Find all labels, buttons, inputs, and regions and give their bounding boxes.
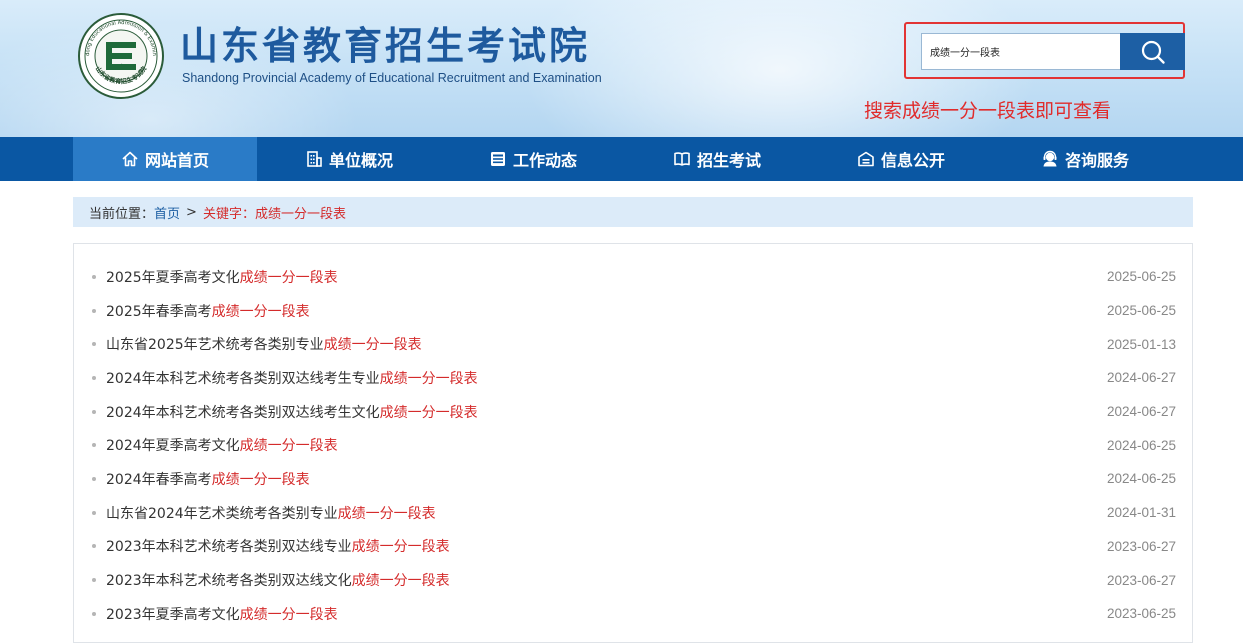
result-title: 2024年本科艺术统考各类别双达线考生专业 <box>106 370 380 387</box>
bullet-icon <box>92 342 96 347</box>
list-item: 2023年夏季高考文化成绩一分一段表 2023-06-25 <box>74 597 1192 631</box>
result-link[interactable]: 2025年春季高考成绩一分一段表 <box>106 301 310 321</box>
site-title[interactable]: 山东省教育招生考试院 <box>180 22 590 70</box>
result-link[interactable]: 山东省2024年艺术类统考各类别专业成绩一分一段表 <box>106 503 436 523</box>
result-keyword: 成绩一分一段表 <box>379 404 478 421</box>
list-item: 2023年本科艺术统考各类别双达线专业成绩一分一段表 2023-06-27 <box>74 530 1192 564</box>
bullet-icon <box>92 544 96 549</box>
result-date: 2024-06-25 <box>1106 437 1176 453</box>
result-link[interactable]: 2024年夏季高考文化成绩一分一段表 <box>106 435 338 455</box>
result-link[interactable]: 2023年本科艺术统考各类别双达线文化成绩一分一段表 <box>106 570 450 590</box>
search-results-list: 2025年夏季高考文化成绩一分一段表 2025-06-25 2025年春季高考成… <box>74 260 1192 631</box>
result-title: 山东省2025年艺术统考各类别专业 <box>106 337 324 354</box>
result-keyword: 成绩一分一段表 <box>239 269 338 286</box>
nav-label: 咨询服务 <box>1064 151 1129 170</box>
result-keyword: 成绩一分一段表 <box>239 606 338 623</box>
main-nav: 网站首页 单位概况 工作动态 招生考试 信息公开 咨询服务 <box>0 137 1243 181</box>
nav-label: 信息公开 <box>880 151 945 170</box>
result-keyword: 成绩一分一段表 <box>323 337 422 354</box>
result-title: 2025年夏季高考文化 <box>106 269 240 286</box>
result-keyword: 成绩一分一段表 <box>239 438 338 455</box>
result-link[interactable]: 山东省2025年艺术统考各类别专业成绩一分一段表 <box>106 334 422 354</box>
result-keyword: 成绩一分一段表 <box>211 471 310 488</box>
result-date: 2024-06-27 <box>1106 404 1176 420</box>
nav-item-info[interactable]: 信息公开 <box>809 137 993 181</box>
result-title: 2024年本科艺术统考各类别双达线考生文化 <box>106 404 380 421</box>
nav-label: 招生考试 <box>696 151 761 170</box>
bullet-icon <box>92 274 96 279</box>
result-title: 2023年本科艺术统考各类别双达线专业 <box>106 539 352 556</box>
bullet-icon <box>92 510 96 515</box>
result-date: 2024-06-27 <box>1106 370 1176 386</box>
bullet-icon <box>92 375 96 380</box>
breadcrumb-keyword: 关键字：成绩一分一段表 <box>202 206 346 222</box>
result-keyword: 成绩一分一段表 <box>211 303 310 320</box>
result-date: 2025-06-25 <box>1106 269 1176 285</box>
list-item: 2024年本科艺术统考各类别双达线考生专业成绩一分一段表 2024-06-27 <box>74 361 1192 395</box>
bullet-icon <box>92 476 96 481</box>
list-item: 2025年春季高考成绩一分一段表 2025-06-25 <box>74 294 1192 328</box>
result-title: 2023年本科艺术统考各类别双达线文化 <box>106 573 352 590</box>
search-results-panel: 2025年夏季高考文化成绩一分一段表 2025-06-25 2025年春季高考成… <box>73 243 1193 643</box>
nav-label: 工作动态 <box>512 151 577 170</box>
result-keyword: 成绩一分一段表 <box>379 370 478 387</box>
result-date: 2023-06-25 <box>1106 606 1176 622</box>
result-date: 2023-06-27 <box>1106 538 1176 554</box>
result-title: 2024年春季高考 <box>106 471 212 488</box>
result-link[interactable]: 2025年夏季高考文化成绩一分一段表 <box>106 267 338 287</box>
result-date: 2025-06-25 <box>1106 303 1176 319</box>
list-item: 山东省2025年艺术统考各类别专业成绩一分一段表 2025-01-13 <box>74 327 1192 361</box>
result-date: 2025-01-13 <box>1106 336 1176 352</box>
breadcrumb-separator: > <box>186 204 197 220</box>
bullet-icon <box>92 611 96 616</box>
list-item: 2024年本科艺术统考各类别双达线考生文化成绩一分一段表 2024-06-27 <box>74 395 1192 429</box>
breadcrumb-home-link[interactable]: 首页 <box>154 203 180 222</box>
list-item: 2024年春季高考成绩一分一段表 2024-06-25 <box>74 462 1192 496</box>
bullet-icon <box>92 308 96 313</box>
nav-item-exam[interactable]: 招生考试 <box>625 137 809 181</box>
result-title: 2023年夏季高考文化 <box>106 606 240 623</box>
news-icon <box>489 150 507 168</box>
nav-item-service[interactable]: 咨询服务 <box>993 137 1177 181</box>
home-icon <box>121 150 139 168</box>
nav-label: 单位概况 <box>328 151 393 170</box>
info-icon <box>857 150 875 168</box>
result-link[interactable]: 2023年本科艺术统考各类别双达线专业成绩一分一段表 <box>106 536 450 556</box>
search-icon <box>1141 40 1165 64</box>
nav-item-home[interactable]: 网站首页 <box>73 137 257 181</box>
result-keyword: 成绩一分一段表 <box>351 573 450 590</box>
search-button[interactable] <box>1120 33 1185 70</box>
list-item: 2023年本科艺术统考各类别双达线文化成绩一分一段表 2023-06-27 <box>74 563 1192 597</box>
breadcrumb: 当前位置： 首页 > 关键字：成绩一分一段表 <box>73 197 1193 227</box>
result-date: 2024-06-25 <box>1106 471 1176 487</box>
result-link[interactable]: 2024年春季高考成绩一分一段表 <box>106 469 310 489</box>
list-item: 山东省2024年艺术类统考各类别专业成绩一分一段表 2024-01-31 <box>74 496 1192 530</box>
result-link[interactable]: 2023年夏季高考文化成绩一分一段表 <box>106 604 338 624</box>
site-logo-emblem[interactable]: Shandong Educational Admission & Examina… <box>77 12 165 100</box>
search-input[interactable] <box>921 33 1120 70</box>
result-keyword: 成绩一分一段表 <box>337 505 436 522</box>
bullet-icon <box>92 409 96 414</box>
result-title: 2025年春季高考 <box>106 303 212 320</box>
result-title: 2024年夏季高考文化 <box>106 438 240 455</box>
site-subtitle: Shandong Provincial Academy of Education… <box>182 71 602 85</box>
result-link[interactable]: 2024年本科艺术统考各类别双达线考生专业成绩一分一段表 <box>106 368 478 388</box>
result-title: 山东省2024年艺术类统考各类别专业 <box>106 505 338 522</box>
nav-item-overview[interactable]: 单位概况 <box>257 137 441 181</box>
bullet-icon <box>92 443 96 448</box>
result-keyword: 成绩一分一段表 <box>351 539 450 556</box>
nav-item-news[interactable]: 工作动态 <box>441 137 625 181</box>
book-icon <box>673 150 691 168</box>
building-icon <box>305 150 323 168</box>
result-link[interactable]: 2024年本科艺术统考各类别双达线考生文化成绩一分一段表 <box>106 402 478 422</box>
list-item: 2024年夏季高考文化成绩一分一段表 2024-06-25 <box>74 428 1192 462</box>
nav-label: 网站首页 <box>144 151 209 170</box>
breadcrumb-prefix: 当前位置： <box>89 206 155 222</box>
bullet-icon <box>92 578 96 583</box>
list-item: 2025年夏季高考文化成绩一分一段表 2025-06-25 <box>74 260 1192 294</box>
result-date: 2023-06-27 <box>1106 572 1176 588</box>
support-icon <box>1041 150 1059 168</box>
result-date: 2024-01-31 <box>1106 505 1176 521</box>
search-hint: 搜索成绩一分一段表即可查看 <box>864 100 1112 122</box>
